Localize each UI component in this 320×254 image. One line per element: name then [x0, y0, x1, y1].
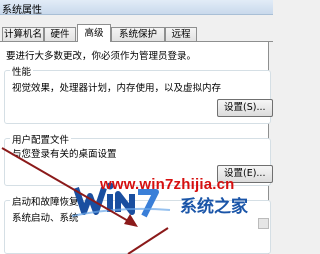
user-profiles-description: 与您登录有关的桌面设置 [12, 149, 117, 160]
startup-recovery-description: 系统启动、系统 [12, 213, 79, 224]
tab-advanced[interactable]: 高级 [77, 24, 111, 42]
tab-system-protection[interactable]: 系统保护 [111, 27, 165, 41]
performance-group-title: 性能 [10, 64, 34, 78]
user-profiles-group-title: 用户配置文件 [10, 132, 72, 146]
watermark-url: www.win7zhijia.cn [100, 176, 235, 193]
performance-settings-button[interactable]: 设置(S)... [217, 99, 273, 117]
tab-computer-name[interactable]: 计算机名 [2, 27, 44, 41]
window-title-bar[interactable]: 系统属性 [0, 0, 273, 16]
tab-remote[interactable]: 远程 [165, 27, 197, 41]
tab-hardware[interactable]: 硬件 [44, 27, 76, 41]
watermark-site-name: 系统之家 [180, 197, 248, 217]
performance-description: 视觉效果，处理器计划，内存使用，以及虚拟内存 [12, 83, 222, 94]
tab-divider [0, 41, 273, 42]
scroll-handle[interactable] [258, 218, 269, 229]
admin-notice: 要进行大多数更改，你必须作为管理员登录。 [6, 51, 197, 62]
window-title: 系统属性 [2, 5, 42, 16]
